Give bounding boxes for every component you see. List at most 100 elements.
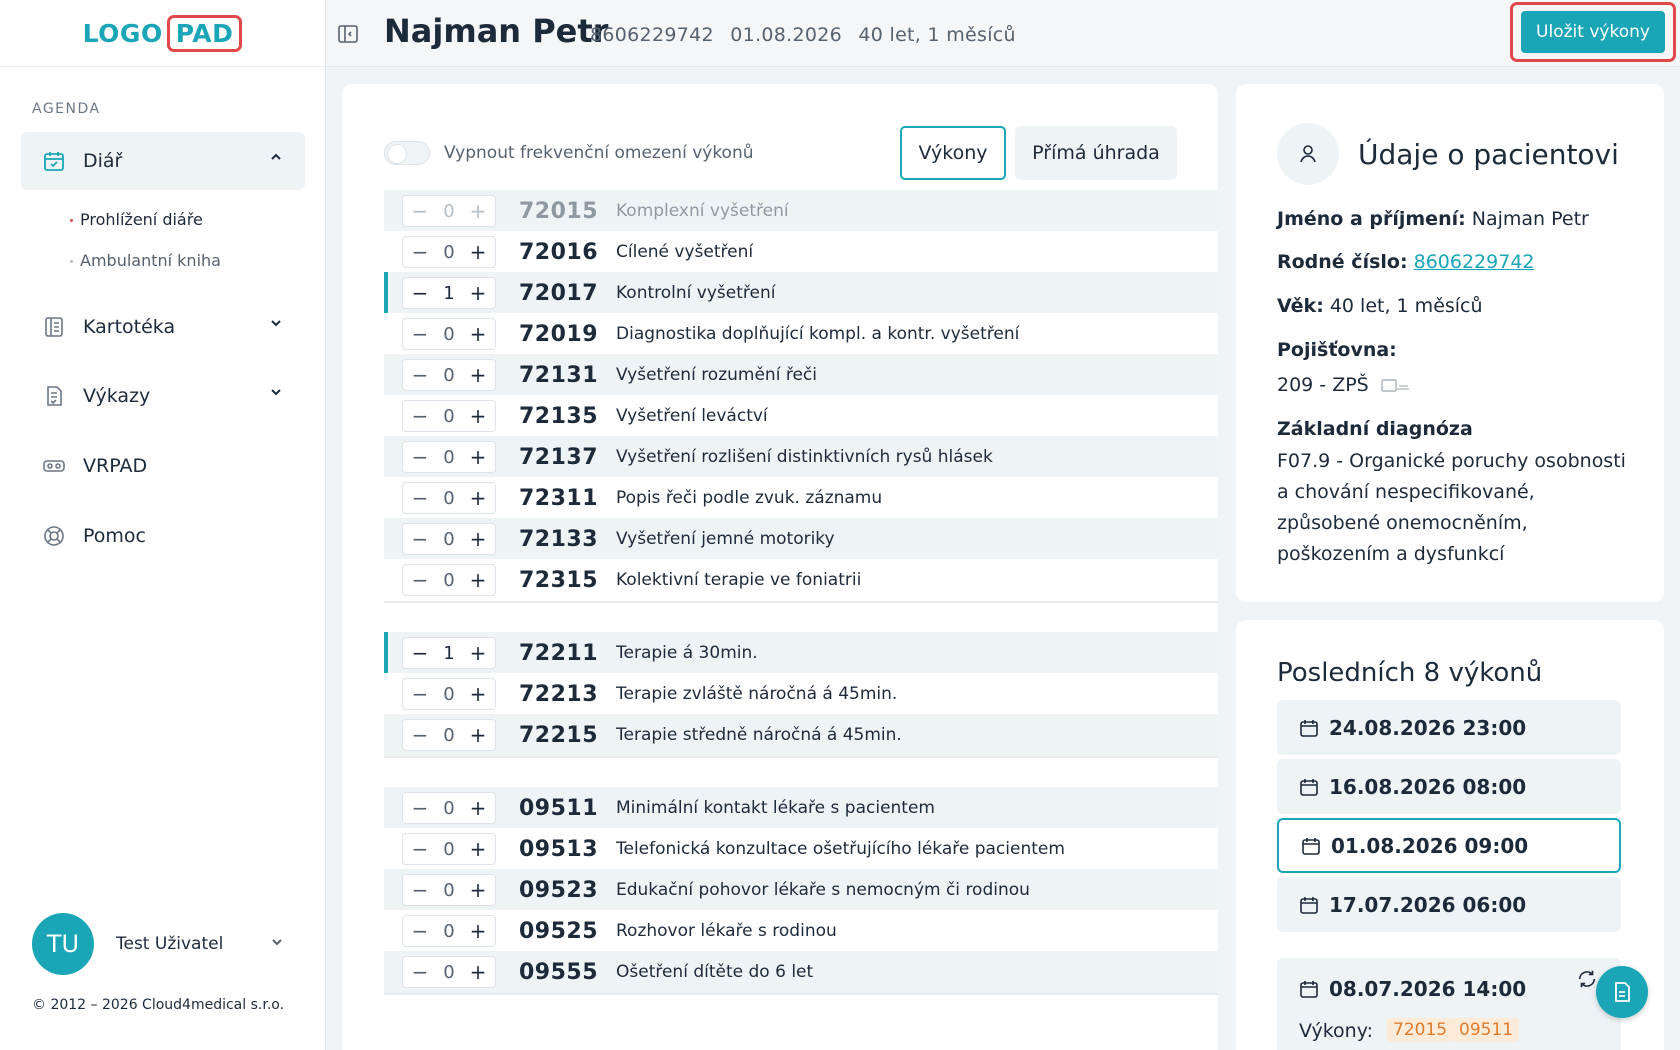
procedure-code: 72311 — [519, 485, 599, 511]
quantity-value: 0 — [443, 569, 455, 591]
procedure-row: −0 +72213 Terapie zvláště náročná á 45min. — [384, 673, 1218, 717]
sidebar-item-kartoteka[interactable]: Kartotéka — [21, 298, 305, 356]
increment-button[interactable]: + — [469, 570, 487, 590]
insurance-value: 209 - ZPŠ — [1277, 374, 1369, 396]
patient-meta: 8606229742 01.08.2026 40 let, 1 měsíců — [590, 24, 1026, 46]
decrement-button[interactable]: − — [411, 324, 429, 344]
decrement-button[interactable]: − — [411, 283, 429, 303]
birth-number-link[interactable]: 8606229742 — [1414, 251, 1535, 273]
decrement-button[interactable]: − — [411, 798, 429, 818]
decrement-button[interactable]: − — [411, 880, 429, 900]
decrement-button[interactable]: − — [411, 839, 429, 859]
quantity-value: 0 — [443, 528, 455, 550]
increment-button[interactable]: + — [469, 365, 487, 385]
increment-button[interactable]: + — [469, 447, 487, 467]
increment-button[interactable]: + — [469, 839, 487, 859]
user-menu[interactable]: TU Test Uživatel — [32, 913, 292, 975]
procedure-row: −0 +09555 Ošetření dítěte do 6 let — [384, 951, 1218, 995]
sidebar-collapse-icon[interactable] — [336, 22, 360, 46]
procedure-code: 72211 — [519, 640, 599, 666]
sidebar-item-vrpad[interactable]: VRPAD — [21, 437, 305, 495]
decrement-button[interactable]: − — [411, 643, 429, 663]
increment-button[interactable]: + — [469, 684, 487, 704]
document-fab-button[interactable] — [1596, 966, 1648, 1018]
increment-button[interactable]: + — [469, 406, 487, 426]
sidebar-item-label: Výkazy — [83, 385, 151, 407]
increment-button[interactable]: + — [469, 643, 487, 663]
increment-button[interactable]: + — [469, 880, 487, 900]
quantity-stepper: −0 + — [402, 482, 496, 514]
quantity-value: 0 — [443, 838, 455, 860]
sidebar-item-pomoc[interactable]: Pomoc — [21, 507, 305, 565]
subnav-ambulantni-kniha[interactable]: Ambulantní kniha — [70, 251, 221, 270]
logo-text-pad: PAD — [166, 14, 243, 52]
decrement-button[interactable]: − — [411, 962, 429, 982]
sidebar-item-label: Pomoc — [83, 525, 146, 547]
decrement-button[interactable]: − — [411, 725, 429, 745]
insurance-line: 209 - ZPŠ — [1277, 374, 1411, 396]
procedure-row: −1 +72017 Kontrolní vyšetření — [384, 272, 1218, 316]
frequency-limit-toggle[interactable] — [384, 141, 430, 165]
subnav-label: Prohlížení diáře — [80, 210, 203, 229]
header-date: 01.08.2026 — [730, 24, 843, 46]
decrement-button[interactable]: − — [411, 201, 429, 221]
history-item-header: 08.07.2026 14:00 — [1299, 977, 1526, 1001]
quantity-value: 0 — [443, 200, 455, 222]
decrement-button[interactable]: − — [411, 529, 429, 549]
copyright-text: © 2012 – 2026 Cloud4medical s.r.o. — [32, 997, 285, 1013]
name-label: Jméno a příjmení: — [1277, 208, 1466, 230]
quantity-value: 0 — [443, 487, 455, 509]
decrement-button[interactable]: − — [411, 447, 429, 467]
age-label: Věk: — [1277, 295, 1324, 317]
name-value: Najman Petr — [1471, 208, 1589, 230]
save-button[interactable]: Uložit výkony — [1521, 11, 1665, 53]
vykony-label: Výkony: — [1299, 1020, 1373, 1042]
increment-button[interactable]: + — [469, 798, 487, 818]
diagnosis-label: Základní diagnóza — [1277, 418, 1473, 440]
decrement-button[interactable]: − — [411, 684, 429, 704]
increment-button[interactable]: + — [469, 921, 487, 941]
sidebar-item-vykazy[interactable]: Výkazy — [21, 367, 305, 425]
sidebar: LOGO PAD AGENDA Diář Prohlížení diáře Am… — [0, 0, 326, 1050]
quantity-stepper: −0 + — [402, 833, 496, 865]
procedure-code: 09511 — [519, 795, 599, 821]
procedure-row: −0 +72137 Vyšetření rozlišení distinktivní… — [384, 436, 1218, 480]
decrement-button[interactable]: − — [411, 570, 429, 590]
quantity-value: 1 — [443, 282, 455, 304]
decrement-button[interactable]: − — [411, 365, 429, 385]
increment-button[interactable]: + — [469, 725, 487, 745]
increment-button[interactable]: + — [469, 962, 487, 982]
quantity-stepper: −0 + — [402, 678, 496, 710]
decrement-button[interactable]: − — [411, 242, 429, 262]
tab-prima-uhrada[interactable]: Přímá úhrada — [1015, 126, 1177, 180]
chevron-down-icon — [269, 385, 283, 403]
history-item[interactable]: 01.08.2026 09:00 — [1277, 818, 1621, 873]
procedure-code: 72016 — [519, 239, 599, 265]
history-item[interactable]: 17.07.2026 06:00 — [1277, 877, 1621, 932]
history-item-expanded[interactable]: 08.07.2026 14:00 Výkony: 72015 09511 — [1277, 958, 1621, 1050]
quantity-stepper: −0 + — [402, 915, 496, 947]
increment-button[interactable]: + — [469, 283, 487, 303]
procedure-description: Cílené vyšetření — [616, 242, 754, 262]
refresh-icon[interactable] — [1576, 968, 1598, 990]
history-item[interactable]: 16.08.2026 08:00 — [1277, 759, 1621, 814]
tab-vykony[interactable]: Výkony — [900, 126, 1006, 180]
procedure-code: 72135 — [519, 403, 599, 429]
chevron-up-icon — [269, 150, 283, 168]
increment-button[interactable]: + — [469, 242, 487, 262]
logo[interactable]: LOGO PAD — [83, 14, 243, 52]
decrement-button[interactable]: − — [411, 406, 429, 426]
history-item[interactable]: 24.08.2026 23:00 — [1277, 700, 1621, 755]
lifebuoy-icon — [41, 523, 67, 549]
increment-button[interactable]: + — [469, 324, 487, 344]
increment-button[interactable]: + — [469, 201, 487, 221]
quantity-value: 1 — [443, 642, 455, 664]
increment-button[interactable]: + — [469, 488, 487, 508]
sidebar-item-diar[interactable]: Diář — [21, 132, 305, 190]
subnav-prohlizeni-diare[interactable]: Prohlížení diáře — [70, 210, 203, 229]
increment-button[interactable]: + — [469, 529, 487, 549]
decrement-button[interactable]: − — [411, 488, 429, 508]
decrement-button[interactable]: − — [411, 921, 429, 941]
quantity-stepper: −1 + — [402, 637, 496, 669]
subnav-label: Ambulantní kniha — [80, 251, 221, 270]
